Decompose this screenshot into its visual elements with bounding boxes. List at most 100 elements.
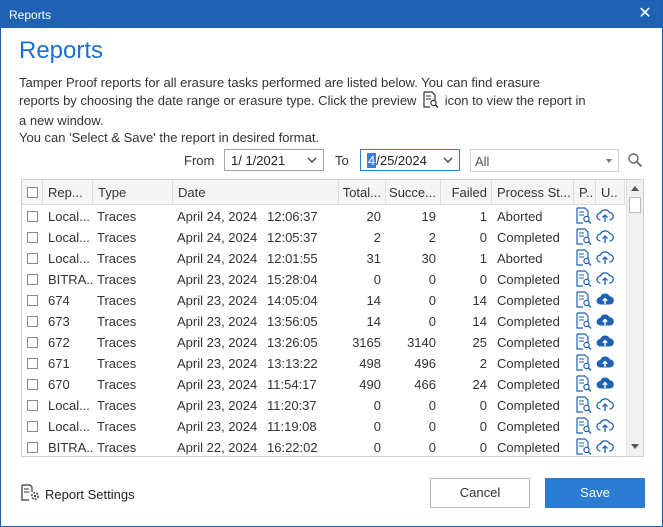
row-checkbox[interactable]	[27, 442, 38, 453]
table-row[interactable]: Local... Traces April 24, 2024 12:01:55 31 30…	[22, 247, 625, 268]
cell-report: Local...	[48, 419, 90, 434]
preview-report-icon[interactable]	[575, 396, 595, 417]
column-header-report[interactable]: Rep...	[43, 180, 93, 204]
row-checkbox[interactable]	[27, 211, 38, 222]
cell-type: Traces	[97, 440, 137, 455]
cell-failed: 0	[479, 230, 487, 245]
column-header-upload[interactable]: U..	[596, 180, 625, 204]
column-header-type[interactable]: Type	[93, 180, 173, 204]
from-date-value: 1/ 1/2021	[231, 153, 286, 168]
from-date-picker[interactable]: 1/ 1/2021	[224, 149, 324, 171]
column-header-success[interactable]: Succe...	[386, 180, 441, 204]
table-row[interactable]: 670 Traces April 23, 2024 11:54:17 490 466 24 C…	[22, 373, 625, 394]
cell-total: 490	[359, 377, 381, 392]
cell-success: 0	[428, 314, 436, 329]
column-header-date[interactable]: Date	[173, 180, 339, 204]
row-checkbox[interactable]	[27, 400, 38, 411]
cloud-upload-icon[interactable]	[596, 439, 616, 456]
page-title: Reports	[19, 37, 104, 64]
from-label: From	[184, 153, 215, 168]
scroll-up-icon[interactable]	[631, 186, 639, 191]
report-settings-icon	[21, 484, 39, 501]
preview-report-icon[interactable]	[575, 375, 595, 396]
chevron-down-icon[interactable]	[442, 153, 454, 167]
save-button[interactable]: Save	[545, 478, 645, 508]
cell-date: April 24, 2024	[177, 230, 258, 245]
cell-type: Traces	[97, 377, 137, 392]
description-line-2b: icon to view the report in	[444, 93, 586, 108]
cell-failed: 0	[479, 398, 487, 413]
vertical-scrollbar[interactable]	[626, 180, 643, 456]
row-checkbox[interactable]	[27, 421, 38, 432]
row-checkbox[interactable]	[27, 358, 38, 369]
report-settings-label: Report Settings	[45, 487, 135, 502]
preview-report-icon[interactable]	[575, 417, 595, 438]
cell-date: April 23, 2024	[177, 377, 258, 392]
table-row[interactable]: Local... Traces April 24, 2024 12:06:37 20 19…	[22, 205, 625, 226]
cell-process-status: Aborted	[497, 209, 543, 224]
column-header-preview[interactable]: P..	[574, 180, 596, 204]
preview-report-icon[interactable]	[575, 207, 595, 228]
table-row[interactable]: BITRA... Traces April 23, 2024 15:28:04 0 0 0 C…	[22, 268, 625, 289]
cell-success: 0	[428, 398, 436, 413]
cell-type: Traces	[97, 335, 137, 350]
preview-report-icon[interactable]	[575, 438, 595, 456]
search-icon[interactable]	[627, 152, 643, 168]
cell-report: Local...	[48, 209, 90, 224]
chevron-down-icon[interactable]	[306, 153, 318, 167]
row-checkbox[interactable]	[27, 295, 38, 306]
cell-total: 31	[366, 251, 381, 266]
preview-report-icon[interactable]	[575, 312, 595, 333]
row-checkbox[interactable]	[27, 253, 38, 264]
preview-report-icon[interactable]	[575, 291, 595, 312]
table-row[interactable]: Local... Traces April 24, 2024 12:05:37 2 2 0 C…	[22, 226, 625, 247]
cell-success: 0	[428, 440, 436, 455]
preview-icon	[422, 91, 439, 112]
table-row[interactable]: 673 Traces April 23, 2024 13:56:05 14 0 14 Comp…	[22, 310, 625, 331]
column-header-total[interactable]: Total...	[339, 180, 386, 204]
table-row[interactable]: 671 Traces April 23, 2024 13:13:22 498 496 2 Co…	[22, 352, 625, 373]
to-date-rest: /25/2024	[376, 153, 427, 168]
table-row[interactable]: 672 Traces April 23, 2024 13:26:05 3165 3140 2…	[22, 331, 625, 352]
cell-success: 466	[414, 377, 436, 392]
table-row[interactable]: Local... Traces April 23, 2024 11:19:08 0 0 0 C…	[22, 415, 625, 436]
cell-success: 2	[428, 230, 436, 245]
cell-time: 12:05:37	[267, 230, 318, 245]
table-row[interactable]: BITRA... Traces April 22, 2024 16:22:02 0 0 0 C…	[22, 436, 625, 456]
cell-report: 672	[48, 335, 70, 350]
erasure-type-select[interactable]: All	[470, 149, 619, 172]
cell-success: 3140	[407, 335, 436, 350]
cell-date: April 23, 2024	[177, 419, 258, 434]
cell-report: 670	[48, 377, 70, 392]
scroll-down-icon[interactable]	[631, 444, 639, 449]
cell-date: April 24, 2024	[177, 209, 258, 224]
preview-report-icon[interactable]	[575, 228, 595, 249]
cancel-button[interactable]: Cancel	[430, 478, 530, 508]
preview-report-icon[interactable]	[575, 270, 595, 291]
row-checkbox[interactable]	[27, 274, 38, 285]
column-header-process-status[interactable]: Process St...	[492, 180, 574, 204]
row-checkbox[interactable]	[27, 232, 38, 243]
preview-report-icon[interactable]	[575, 354, 595, 375]
row-checkbox[interactable]	[27, 337, 38, 348]
column-header-failed[interactable]: Failed	[441, 180, 492, 204]
report-settings-link[interactable]: Report Settings	[21, 484, 135, 504]
cell-failed: 0	[479, 440, 487, 455]
cell-success: 0	[428, 293, 436, 308]
reports-dialog: Reports ✕ Reports Tamper Proof reports f…	[0, 0, 663, 527]
select-all-checkbox[interactable]	[27, 187, 38, 198]
description-text: Tamper Proof reports for all erasure tas…	[19, 74, 619, 146]
row-checkbox[interactable]	[27, 379, 38, 390]
table-row[interactable]: Local... Traces April 23, 2024 11:20:37 0 0 0 C…	[22, 394, 625, 415]
cell-total: 3165	[352, 335, 381, 350]
to-date-picker[interactable]: 4/25/2024	[360, 149, 460, 171]
table-row[interactable]: 674 Traces April 23, 2024 14:05:04 14 0 14 Comp…	[22, 289, 625, 310]
close-icon[interactable]: ✕	[636, 4, 654, 24]
cell-time: 13:56:05	[267, 314, 318, 329]
preview-report-icon[interactable]	[575, 249, 595, 270]
preview-report-icon[interactable]	[575, 333, 595, 354]
row-checkbox[interactable]	[27, 316, 38, 327]
cell-time: 11:20:37	[267, 398, 317, 413]
scroll-thumb[interactable]	[629, 197, 641, 213]
cell-time: 14:05:04	[267, 293, 318, 308]
